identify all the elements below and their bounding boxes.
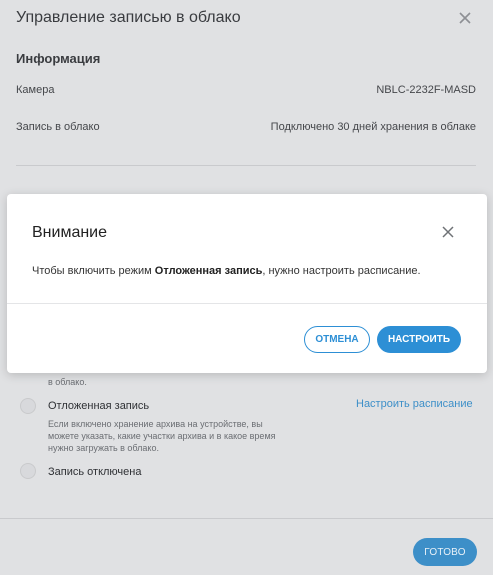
cancel-button[interactable]: ОТМЕНА (304, 326, 370, 353)
attention-dialog: Внимание Чтобы включить режим Отложенная… (7, 194, 487, 373)
dialog-title: Внимание (32, 224, 108, 241)
dialog-message-start: Чтобы включить режим (32, 265, 155, 277)
camera-value: NBLC-2232F-MASD (376, 84, 476, 96)
configure-button[interactable]: НАСТРОИТЬ (377, 326, 461, 353)
hidden-option-desc-tail: в облако. (48, 377, 87, 387)
footer-divider (0, 518, 493, 519)
deferred-recording-label[interactable]: Отложенная запись (48, 400, 149, 412)
dialog-divider (7, 303, 487, 304)
close-icon[interactable] (441, 225, 455, 239)
done-button[interactable]: ГОТОВО (413, 538, 477, 566)
close-icon[interactable] (456, 9, 474, 27)
recording-disabled-radio[interactable] (20, 463, 36, 479)
section-divider (16, 165, 476, 166)
configure-schedule-link[interactable]: Настроить расписание (356, 398, 473, 410)
dialog-message-mode: Отложенная запись (154, 265, 263, 277)
cloud-recording-value: Подключено 30 дней хранения в облаке (270, 121, 476, 133)
dialog-message: Чтобы включить режим Отложенная запись, … (32, 265, 421, 277)
deferred-recording-radio[interactable] (20, 398, 36, 414)
dialog-message-end: , нужно настроить расписание. (262, 265, 421, 277)
panel-title: Управление записью в облако (16, 9, 241, 26)
recording-disabled-label[interactable]: Запись отключена (48, 466, 141, 478)
cloud-recording-label: Запись в облако (16, 121, 100, 133)
deferred-recording-desc: Если включено хранение архива на устройс… (48, 419, 276, 453)
info-section-title: Информация (16, 51, 101, 66)
camera-label: Камера (16, 84, 55, 96)
